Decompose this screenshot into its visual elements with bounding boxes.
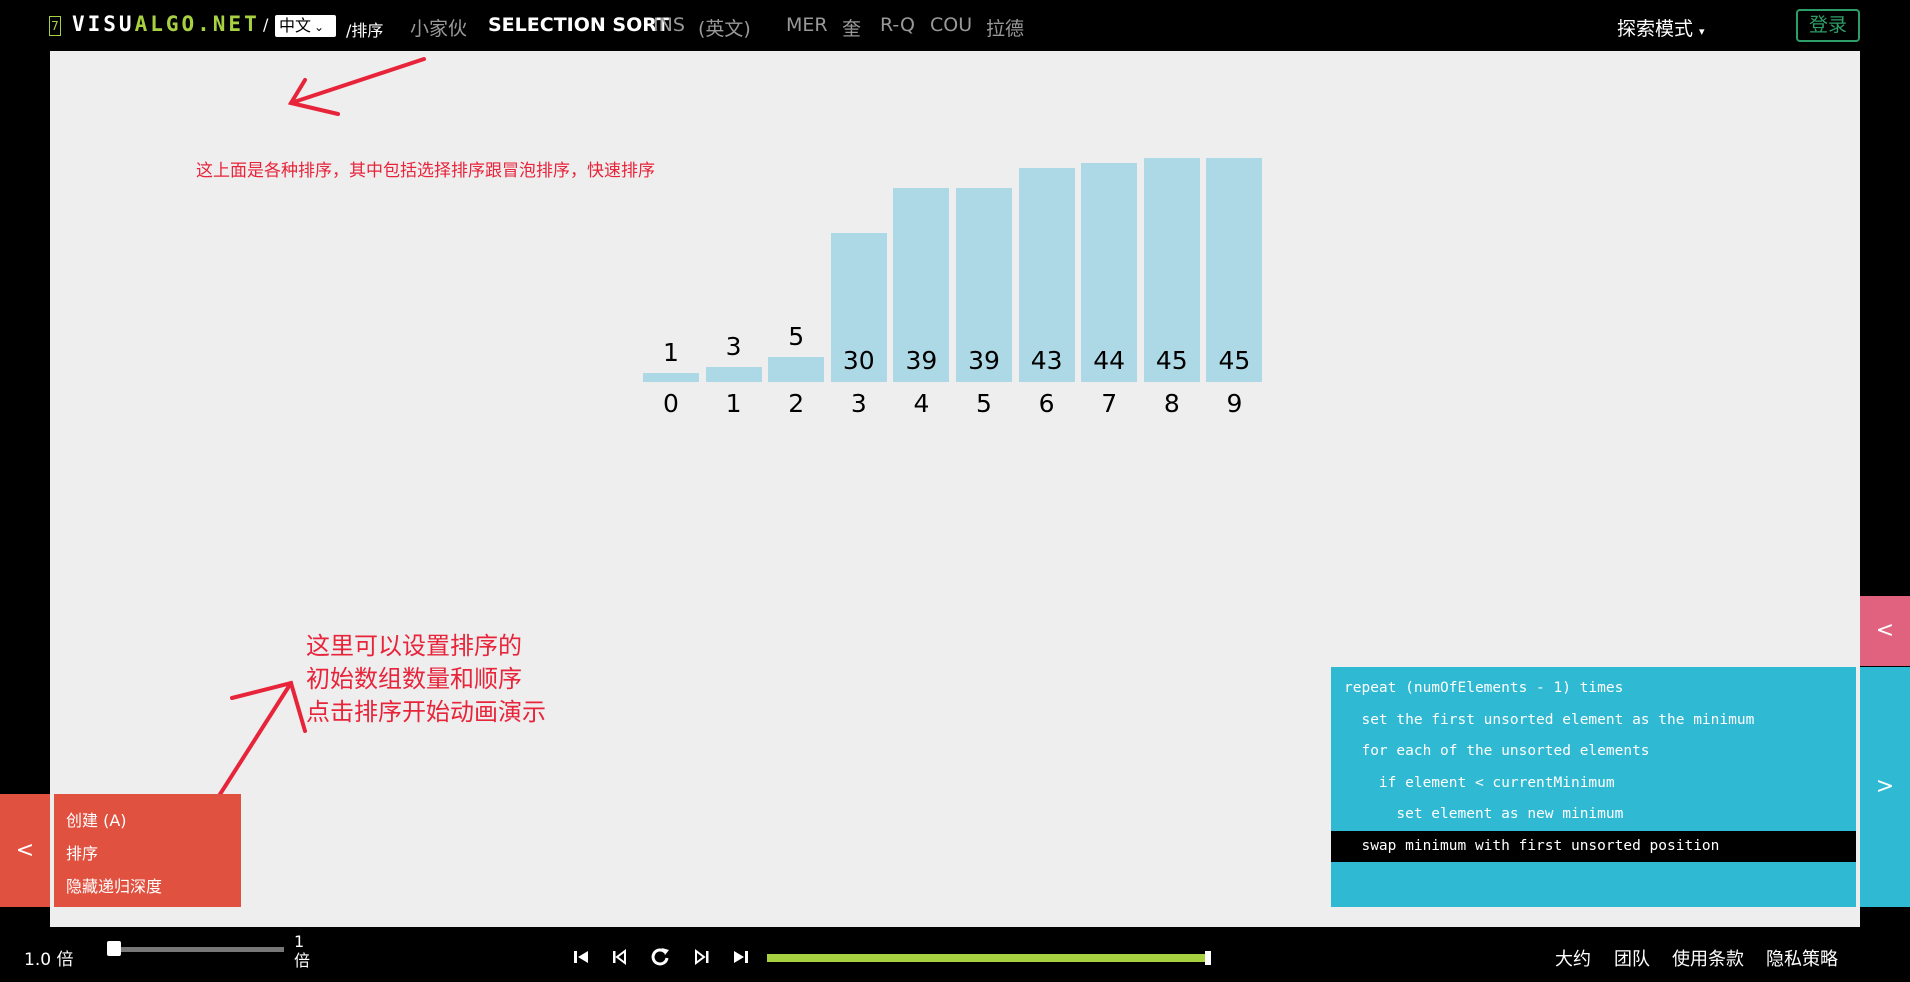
bar-value-label: 45 xyxy=(1218,346,1251,375)
logo-badge: 7 xyxy=(49,16,61,36)
nav-item-kui[interactable]: 奎 xyxy=(842,14,861,41)
bar-value-label: 1 xyxy=(663,338,679,367)
speed-label: 1.0 倍 xyxy=(24,950,74,970)
replay-icon[interactable] xyxy=(649,946,671,968)
speed-value: 1 倍 xyxy=(294,932,318,970)
status-panel-toggle[interactable]: < xyxy=(1860,596,1910,666)
array-bar xyxy=(643,373,699,382)
annotation-line: 点击排序开始动画演示 xyxy=(306,698,546,726)
bar-value-label: 45 xyxy=(1155,346,1188,375)
nav-item-english[interactable]: (英文) xyxy=(698,14,751,41)
code-panel-toggle[interactable]: > xyxy=(1860,667,1910,907)
language-select-value: 中文 xyxy=(279,16,312,35)
action-sort[interactable]: 排序 xyxy=(54,837,241,870)
code-line: repeat (numOfElements - 1) times xyxy=(1344,680,1624,696)
path-separator: / xyxy=(263,15,269,34)
annotation-line: 这里可以设置排序的 xyxy=(306,632,522,660)
bar-value-label: 3 xyxy=(725,332,742,362)
arrow-head-bottom xyxy=(230,680,307,733)
nav-item-r-q[interactable]: R-Q xyxy=(880,14,915,36)
explore-mode-label: 探索模式 xyxy=(1617,18,1694,40)
code-line: set the first unsorted element as the mi… xyxy=(1344,711,1755,728)
top-bar: 7 VISUALGO.NET / 中文 ⌄ /排序 小家伙 SELECTION S… xyxy=(0,0,1910,51)
code-line: set element as new minimum xyxy=(1344,806,1624,822)
nav-item-selection-sort[interactable]: SELECTION SORT xyxy=(488,14,669,36)
actions-toggle-button[interactable]: < xyxy=(0,794,50,907)
logo-text-white: VISU xyxy=(72,12,135,36)
nav-item-cou[interactable]: COU xyxy=(930,14,972,36)
annotation-top-note: 这上面是各种排序，其中包括选择排序跟冒泡排序，快速排序 xyxy=(196,161,655,181)
bar-value-label: 43 xyxy=(1030,346,1063,375)
bar-index-label: 3 xyxy=(850,389,867,418)
nav-item-small[interactable]: 小家伙 xyxy=(410,14,467,41)
code-line: for each of the unsorted elements xyxy=(1344,743,1650,759)
bar-index-label: 9 xyxy=(1226,389,1243,418)
actions-panel: 创建 (A) 排序 隐藏递归深度 xyxy=(54,794,241,907)
footer-privacy-link[interactable]: 隐私策略 xyxy=(1766,945,1838,971)
bar-index-label: 2 xyxy=(788,389,805,418)
speed-slider-handle[interactable] xyxy=(107,941,121,956)
bar-index-label: 8 xyxy=(1163,389,1180,418)
array-bar xyxy=(705,367,762,382)
bar-index-label: 4 xyxy=(913,389,930,418)
arrow-shaft-top xyxy=(289,57,426,105)
go-to-start-icon[interactable] xyxy=(570,946,592,968)
bar-value-label: 5 xyxy=(788,322,805,352)
action-hide-recursion-depth[interactable]: 隐藏递归深度 xyxy=(54,870,241,903)
nav-item-radix[interactable]: 拉德 xyxy=(986,14,1024,41)
arrow-head-top xyxy=(287,78,340,116)
bar-index-label: 5 xyxy=(976,389,992,418)
bar-value-label: 39 xyxy=(968,346,1000,375)
go-to-end-icon[interactable] xyxy=(730,946,752,968)
annotation-line: 初始数组数量和顺序 xyxy=(306,665,522,693)
footer-terms-link[interactable]: 使用条款 xyxy=(1672,945,1744,971)
step-forward-icon[interactable] xyxy=(691,946,713,968)
bar-value-label: 39 xyxy=(905,346,938,375)
explore-mode-dropdown[interactable]: 探索模式 ▾ xyxy=(1617,14,1705,41)
arrow-shaft-bottom xyxy=(215,681,293,801)
progress-bar[interactable] xyxy=(767,954,1211,962)
login-button[interactable]: 登录 xyxy=(1796,9,1860,42)
progress-bar-handle[interactable] xyxy=(1205,951,1211,965)
code-line-highlighted: swap minimum with first unsorted positio… xyxy=(1331,830,1856,862)
bar-index-label: 6 xyxy=(1038,389,1055,418)
pseudocode-panel: repeat (numOfElements - 1) times set the… xyxy=(1331,667,1856,907)
step-backward-icon[interactable] xyxy=(608,946,630,968)
bar-index-label: 0 xyxy=(663,389,679,418)
bar-index-label: 7 xyxy=(1101,389,1118,418)
speed-value-number: 1 xyxy=(294,932,305,951)
chevron-down-icon: ⌄ xyxy=(314,20,325,34)
speed-slider[interactable] xyxy=(112,947,284,952)
array-bar xyxy=(768,357,825,382)
nav-item-ins[interactable]: INS xyxy=(653,14,685,36)
footer-about-link[interactable]: 大约 xyxy=(1555,945,1591,971)
caret-down-icon: ▾ xyxy=(1699,25,1705,38)
breadcrumb: /排序 xyxy=(346,21,384,40)
bar-index-label: 1 xyxy=(725,389,742,418)
annotation-bottom-note: 这里可以设置排序的 初始数组数量和顺序 点击排序开始动画演示 xyxy=(306,630,546,729)
action-create[interactable]: 创建 (A) xyxy=(54,804,241,837)
language-select[interactable]: 中文 ⌄ xyxy=(275,15,336,37)
logo[interactable]: VISUALGO.NET xyxy=(72,12,260,36)
bar-value-label: 30 xyxy=(842,346,875,375)
bar-value-label: 44 xyxy=(1093,346,1126,375)
footer-team-link[interactable]: 团队 xyxy=(1614,945,1650,971)
speed-value-unit: 倍 xyxy=(294,951,311,970)
nav-item-mer[interactable]: MER xyxy=(786,14,828,36)
logo-text-green: ALGO.NET xyxy=(134,12,260,36)
code-line: if element < currentMinimum xyxy=(1344,774,1615,791)
